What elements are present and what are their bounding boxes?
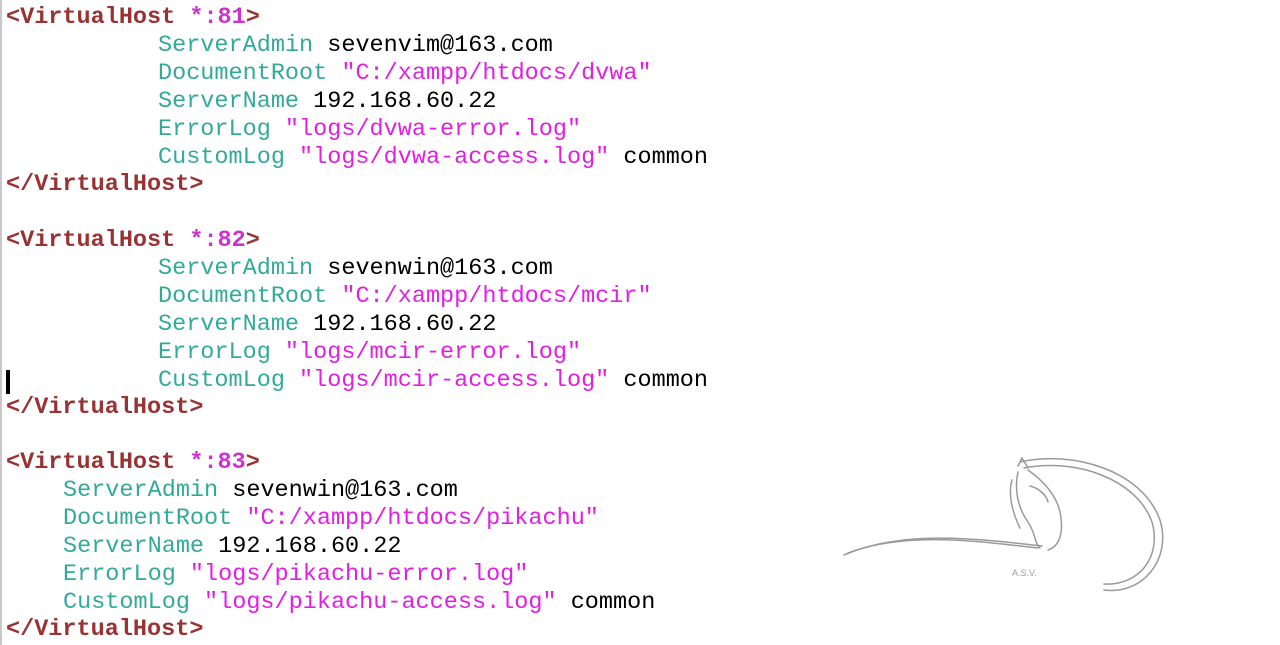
vhost-open-line: <VirtualHost *:82> [6, 227, 260, 255]
tag-bracket: > [245, 227, 260, 254]
vhost-open-line: <VirtualHost *:83> [6, 449, 260, 477]
tag-close: </VirtualHost> [6, 171, 204, 198]
directive: ErrorLog [63, 561, 176, 588]
value: 192.168.60.22 [299, 311, 497, 338]
directive: CustomLog [158, 144, 285, 171]
directive: DocumentRoot [158, 60, 328, 87]
directive: ServerName [158, 311, 300, 338]
text-cursor [6, 370, 10, 394]
directive: DocumentRoot [63, 505, 233, 532]
tag-close: </VirtualHost> [6, 616, 204, 643]
custom-log-line: CustomLog "logs/dvwa-access.log" common [6, 144, 708, 172]
directive: ErrorLog [158, 116, 271, 143]
directive: CustomLog [63, 589, 190, 616]
tag-open: <VirtualHost [6, 449, 176, 476]
vhost-close-line: </VirtualHost> [6, 616, 203, 644]
server-name-line: ServerName 192.168.60.22 [6, 533, 401, 561]
string-value: "C:/xampp/htdocs/pikachu" [232, 505, 599, 532]
tag-open: <VirtualHost [6, 227, 176, 254]
document-root-line: DocumentRoot "C:/xampp/htdocs/pikachu" [6, 505, 599, 533]
directive: ServerAdmin [63, 477, 219, 504]
server-admin-line: ServerAdmin sevenwin@163.com [6, 477, 458, 505]
server-admin-line: ServerAdmin sevenvim@163.com [6, 32, 553, 60]
directive: DocumentRoot [158, 283, 328, 310]
port: *:82 [175, 227, 246, 254]
vhost-open-line: <VirtualHost *:81> [6, 4, 260, 32]
server-admin-line: ServerAdmin sevenwin@163.com [6, 255, 553, 283]
directive: ServerAdmin [158, 255, 314, 282]
port: *:83 [175, 449, 246, 476]
directive: ErrorLog [158, 339, 271, 366]
string-value: "C:/xampp/htdocs/dvwa" [327, 60, 652, 87]
directive: ServerName [158, 88, 300, 115]
string-value: "logs/mcir-error.log" [270, 339, 582, 366]
custom-log-line: CustomLog "logs/mcir-access.log" common [6, 367, 708, 395]
string-value: "logs/dvwa-error.log" [270, 116, 582, 143]
vhost-close-line: </VirtualHost> [6, 171, 203, 199]
document-root-line: DocumentRoot "C:/xampp/htdocs/dvwa" [6, 60, 652, 88]
port: *:81 [175, 4, 246, 31]
server-name-line: ServerName 192.168.60.22 [6, 311, 496, 339]
custom-log-line: CustomLog "logs/pikachu-access.log" comm… [6, 589, 655, 617]
directive: CustomLog [158, 367, 285, 394]
tag-bracket: > [245, 449, 260, 476]
directive: ServerName [63, 533, 205, 560]
code-editor[interactable]: <VirtualHost *:81> ServerAdmin sevenvim@… [0, 0, 1280, 645]
value: 192.168.60.22 [299, 88, 497, 115]
log-format: common [609, 144, 708, 171]
error-log-line: ErrorLog "logs/mcir-error.log" [6, 339, 581, 367]
log-format: common [556, 589, 656, 616]
vhost-close-line: </VirtualHost> [6, 394, 203, 422]
string-value: "logs/mcir-access.log" [284, 367, 610, 394]
log-format: common [609, 367, 708, 394]
value: 192.168.60.22 [204, 533, 402, 560]
value: sevenwin@163.com [218, 477, 458, 504]
value: sevenvim@163.com [313, 32, 553, 59]
error-log-line: ErrorLog "logs/dvwa-error.log" [6, 116, 581, 144]
string-value: "C:/xampp/htdocs/mcir" [327, 283, 652, 310]
string-value: "logs/pikachu-access.log" [189, 589, 557, 616]
value: sevenwin@163.com [313, 255, 553, 282]
error-log-line: ErrorLog "logs/pikachu-error.log" [6, 561, 528, 589]
server-name-line: ServerName 192.168.60.22 [6, 88, 496, 116]
tag-bracket: > [245, 4, 260, 31]
string-value: "logs/dvwa-access.log" [284, 144, 610, 171]
document-root-line: DocumentRoot "C:/xampp/htdocs/mcir" [6, 283, 652, 311]
logo-mark-text: A.S.V. [1012, 568, 1037, 578]
string-value: "logs/pikachu-error.log" [175, 561, 529, 588]
directive: ServerAdmin [158, 32, 314, 59]
tag-open: <VirtualHost [6, 4, 176, 31]
horse-head-logo-icon: A.S.V. [843, 456, 1164, 592]
tag-close: </VirtualHost> [6, 394, 204, 421]
